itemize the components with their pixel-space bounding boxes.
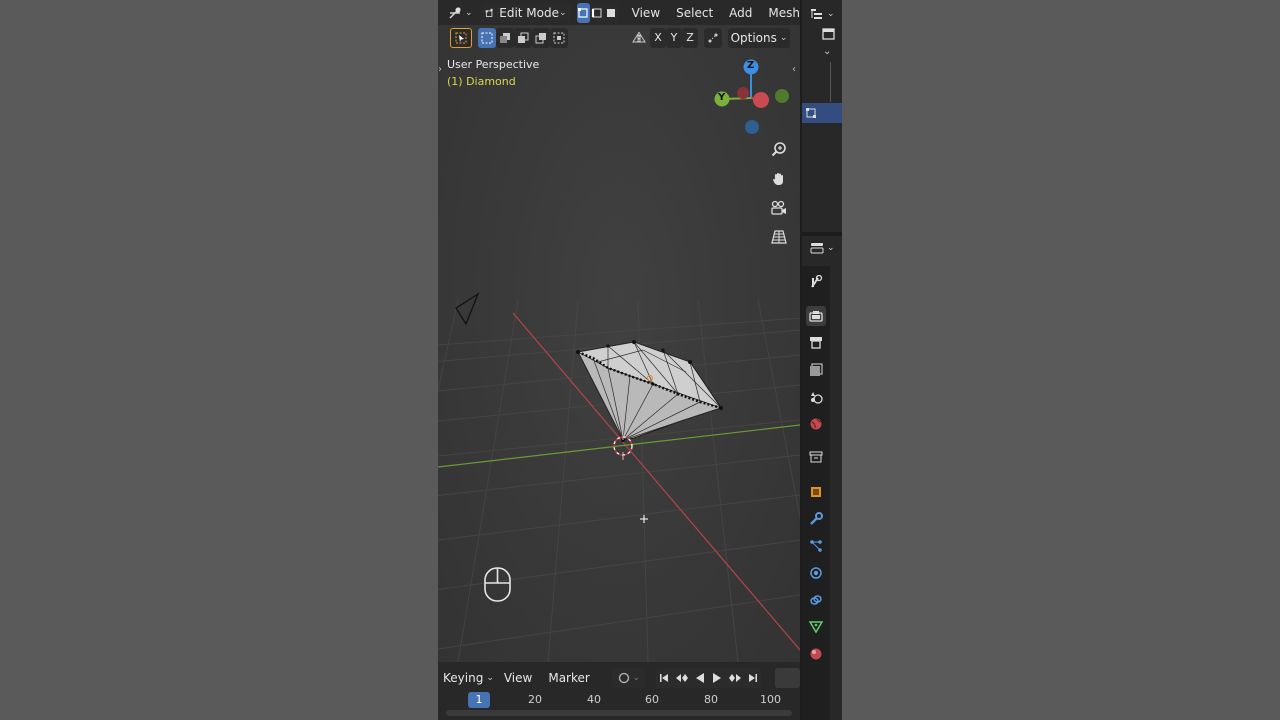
zoom-icon[interactable] [767, 138, 791, 162]
diamond-mesh [576, 340, 723, 442]
frame-label-100: 100 [760, 693, 781, 706]
play-reverse-icon[interactable] [694, 672, 706, 684]
tool-settings-header: X Y Z Options ⌄ [438, 25, 800, 50]
current-frame-field[interactable] [775, 667, 800, 688]
toolbar-expand-arrow-icon[interactable]: › [438, 64, 442, 75]
keying-menu[interactable]: Keying ⌄ [443, 668, 494, 688]
edge-select-mode-button[interactable] [590, 2, 604, 23]
constraints-tab-icon[interactable] [806, 590, 826, 610]
particles-tab-icon[interactable] [806, 536, 826, 556]
jump-to-end-icon[interactable] [747, 672, 759, 684]
frame-label-40: 40 [587, 693, 601, 706]
frame-label-60: 60 [645, 693, 659, 706]
mesh-data-icon [806, 108, 816, 118]
outliner-editor-type-icon[interactable]: ⌄ [810, 6, 838, 22]
physics-tab-icon[interactable] [806, 563, 826, 583]
frame-label-20: 20 [528, 693, 542, 706]
vertex-select-mode-button[interactable] [576, 2, 591, 23]
menu-add[interactable]: Add [729, 3, 752, 23]
mirror-icon[interactable] [630, 28, 648, 48]
collection-tab-icon[interactable] [806, 447, 826, 467]
timeline-editor[interactable]: Keying ⌄ View Marker ⌄ 1 20 40 60 80 100 [438, 662, 800, 720]
auto-merge-icon[interactable] [704, 27, 722, 48]
properties-tabs [802, 266, 830, 720]
camera-object [455, 292, 480, 326]
mode-label: Edit Mode [499, 5, 559, 20]
options-dropdown[interactable]: Options ⌄ [728, 27, 790, 48]
menu-mesh[interactable]: Mesh [768, 3, 800, 23]
properties-panel[interactable]: ⌄ [802, 236, 842, 720]
mirror-y-toggle[interactable]: Y [666, 27, 682, 48]
timeline-header: Keying ⌄ View Marker ⌄ [438, 665, 800, 690]
modifier-tab-icon[interactable] [806, 509, 826, 529]
current-frame-indicator[interactable]: 1 [468, 692, 490, 708]
editor-type-selector[interactable]: ⌄ [448, 3, 473, 23]
gizmo-y-label[interactable]: Y [718, 92, 725, 103]
tool-tab-icon[interactable] [806, 272, 826, 292]
3d-viewport-editor-icon [449, 7, 461, 18]
face-select-mode-button[interactable] [603, 2, 618, 23]
mouse-indicator-icon [484, 567, 511, 602]
select-tool-button[interactable] [450, 27, 472, 48]
auto-keying-toggle[interactable]: ⌄ [611, 667, 646, 688]
pan-hand-icon[interactable] [767, 167, 791, 191]
viewport-header: ⌄ Edit Mode ⌄ View Select Add Mesh [438, 0, 800, 25]
playback-controls [655, 667, 762, 688]
outliner-selected-row[interactable] [802, 103, 842, 123]
edit-mode-icon [485, 8, 493, 17]
sidebar-expand-arrow-icon[interactable]: ‹ [792, 64, 796, 75]
gizmo-z-label[interactable]: Z [747, 60, 754, 71]
outliner-filter-icon[interactable] [822, 28, 835, 43]
options-label: Options [730, 30, 777, 45]
view-layer-tab-icon[interactable] [806, 360, 826, 380]
outliner-collapse-icon[interactable]: ⌄ [823, 46, 831, 57]
camera-view-icon[interactable] [767, 196, 791, 220]
select-mode-intersect-button[interactable] [550, 27, 568, 48]
object-tab-icon[interactable] [806, 482, 826, 502]
3d-viewport[interactable]: Z Y User Perspective (1) Diamond › ‹ ⌄ E… [438, 0, 800, 662]
select-mode-difference-button[interactable] [532, 27, 550, 48]
blender-window: Z Y User Perspective (1) Diamond › ‹ ⌄ E… [438, 0, 842, 720]
select-mode-subtract-button[interactable] [514, 27, 532, 48]
timeline-marker-menu[interactable]: Marker [548, 668, 589, 688]
mirror-x-toggle[interactable]: X [650, 27, 666, 48]
mouse-crosshair-icon [640, 515, 648, 523]
play-icon[interactable] [711, 672, 723, 684]
jump-to-keyframe-next-icon[interactable] [728, 672, 742, 684]
select-mode-extend-button[interactable] [496, 27, 514, 48]
scene-tab-icon[interactable] [806, 387, 826, 407]
properties-editor-type-icon[interactable]: ⌄ [810, 242, 835, 254]
output-tab-icon[interactable] [806, 333, 826, 353]
timeline-view-menu[interactable]: View [504, 668, 532, 688]
mirror-z-toggle[interactable]: Z [682, 27, 698, 48]
data-tab-icon[interactable] [806, 617, 826, 637]
render-tab-icon[interactable] [806, 306, 826, 326]
keying-label: Keying [443, 670, 484, 685]
outliner-panel[interactable]: ⌄ ⌄ [802, 0, 842, 232]
perspective-label: User Perspective [447, 58, 540, 71]
world-tab-icon[interactable] [806, 414, 826, 434]
viewport-scene [438, 59, 800, 662]
select-mode-new-button[interactable] [478, 27, 496, 48]
jump-to-start-icon[interactable] [658, 672, 670, 684]
mode-selector[interactable]: Edit Mode ⌄ [480, 2, 571, 23]
record-circle-icon [618, 672, 629, 683]
grid-ortho-icon[interactable] [767, 225, 791, 249]
frame-ruler[interactable]: 1 20 40 60 80 100 [438, 690, 800, 710]
timeline-scrollbar[interactable] [446, 710, 792, 716]
material-tab-icon[interactable] [806, 644, 826, 664]
active-object-label: (1) Diamond [447, 75, 516, 88]
menu-select[interactable]: Select [676, 3, 713, 23]
jump-to-keyframe-prev-icon[interactable] [675, 672, 689, 684]
select-box-cursor-icon [455, 32, 467, 43]
frame-label-80: 80 [704, 693, 718, 706]
menu-view[interactable]: View [632, 3, 660, 23]
